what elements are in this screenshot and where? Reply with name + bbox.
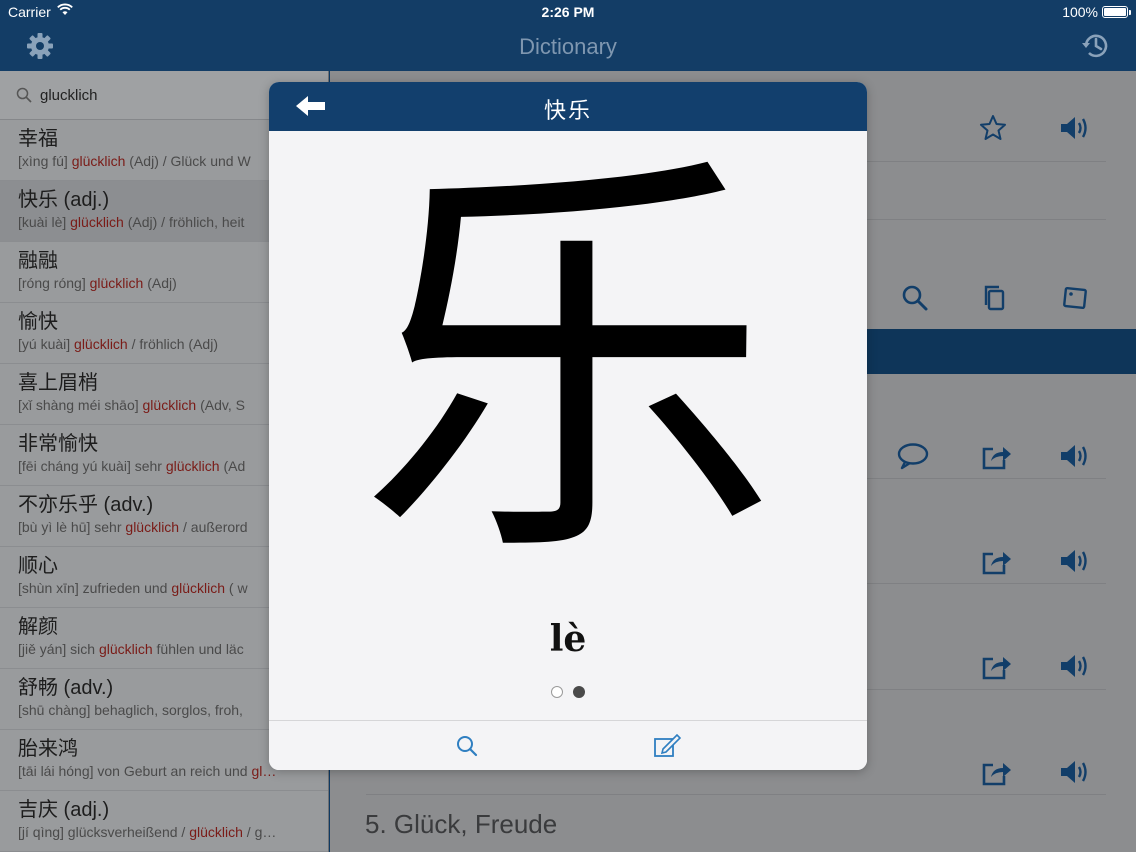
result-rest: / g…: [242, 824, 277, 840]
speaker-icon[interactable]: [1058, 757, 1092, 787]
result-rest: (Adj): [143, 275, 177, 291]
result-headword: 吉庆 (adj.): [18, 799, 110, 821]
result-rest: (Adv, S: [196, 397, 245, 413]
character-glyph: 乐: [358, 121, 778, 610]
result-pinyin: [kuài lè]: [18, 214, 67, 230]
star-icon[interactable]: [978, 113, 1008, 143]
result-pinyin: [jí qìng] glücksverheißend /: [18, 824, 186, 840]
result-definition: [kuài lè] glücklich (Adj) / fröhlich, he…: [18, 213, 308, 231]
result-pinyin: [xìng fú]: [18, 153, 68, 169]
battery-icon: [1102, 6, 1131, 18]
share-icon[interactable]: [980, 441, 1014, 471]
result-definition: [bù yì lè hū] sehr glücklich / außerord: [18, 518, 308, 536]
result-pinyin: [xǐ shàng méi shāo]: [18, 397, 139, 413]
result-definition: [xìng fú] glücklich (Adj) / Glück und W: [18, 152, 308, 170]
page-indicator[interactable]: [269, 685, 867, 703]
share-icon[interactable]: [980, 546, 1014, 576]
result-highlight: glücklich: [89, 275, 144, 291]
flashcard-icon[interactable]: [1060, 283, 1090, 313]
result-highlight: glücklich: [98, 641, 153, 657]
result-highlight: glücklich: [125, 519, 180, 535]
result-highlight: glücklich: [142, 397, 197, 413]
speaker-icon[interactable]: [1058, 546, 1092, 576]
copy-icon[interactable]: [980, 283, 1010, 313]
battery-percent: 100%: [1062, 4, 1098, 20]
edit-icon[interactable]: [653, 733, 682, 758]
result-highlight: glücklich: [165, 458, 220, 474]
speaker-icon[interactable]: [1058, 441, 1092, 471]
divider: [366, 794, 1106, 795]
share-icon[interactable]: [980, 651, 1014, 681]
result-pinyin: [bù yì lè hū] sehr: [18, 519, 122, 535]
result-pinyin: [fēi cháng yú kuài] sehr: [18, 458, 162, 474]
nav-bar: Dictionary: [0, 24, 1136, 71]
result-definition: [xǐ shàng méi shāo] glücklich (Adv, S: [18, 396, 308, 414]
result-definition: [róng róng] glücklich (Adj): [18, 274, 308, 292]
result-rest: / außerord: [179, 519, 248, 535]
result-definition: [tāi lái hóng] von Geburt an reich und g…: [18, 762, 308, 780]
comment-icon[interactable]: [896, 441, 930, 471]
result-rest: (Adj) / Glück und W: [125, 153, 251, 169]
result-definition: [yú kuài] glücklich / fröhlich (Adj): [18, 335, 308, 353]
character-display[interactable]: 乐: [269, 131, 867, 601]
share-icon[interactable]: [980, 757, 1014, 787]
search-icon[interactable]: [455, 734, 479, 758]
result-highlight: glücklich: [74, 336, 128, 352]
history-icon[interactable]: [1080, 30, 1112, 62]
speaker-icon[interactable]: [1058, 113, 1092, 143]
result-definition: [jiě yán] sich glücklich fühlen und läc: [18, 640, 308, 658]
result-highlight: glücklich: [70, 214, 124, 230]
result-definition: [shùn xīn] zufrieden und glücklich ( w: [18, 579, 308, 597]
pinyin-label: lè: [549, 618, 587, 660]
result-pinyin: [yú kuài]: [18, 336, 71, 352]
result-definition: [shū chàng] behaglich, sorglos, froh,: [18, 701, 308, 719]
result-rest: ( w: [225, 580, 248, 596]
character-modal: 快乐 乐 lè: [269, 82, 867, 770]
modal-toolbar: [269, 720, 867, 770]
result-highlight: glücklich: [71, 153, 126, 169]
result-pinyin: [róng róng]: [18, 275, 86, 291]
result-pinyin: [tāi lái hóng] von Geburt an reich und: [18, 763, 248, 779]
status-bar: Carrier 2:26 PM 100%: [0, 0, 1136, 24]
result-definition: [jí qìng] glücksverheißend / glücklich /…: [18, 823, 308, 841]
search-icon: [16, 87, 32, 103]
page-dot[interactable]: [551, 686, 563, 698]
speaker-icon[interactable]: [1058, 651, 1092, 681]
result-pinyin: [jiě yán] sich: [18, 641, 96, 657]
result-rest: (Ad: [219, 458, 246, 474]
result-pinyin: [shū chàng] behaglich, sorglos, froh,: [18, 702, 243, 718]
search-icon[interactable]: [900, 283, 930, 313]
result-rest: / fröhlich (Adj): [127, 336, 218, 352]
page-dot[interactable]: [573, 686, 585, 698]
result-row[interactable]: 吉庆 (adj.) [jí qìng] glücksverheißend / gl…: [0, 791, 328, 852]
meaning-heading: 5. Glück, Freude: [365, 809, 558, 839]
clock: 2:26 PM: [541, 4, 595, 20]
result-pinyin: [shùn xīn] zufrieden und: [18, 580, 168, 596]
result-highlight: glücklich: [171, 580, 226, 596]
result-definition: [fēi cháng yú kuài] sehr glücklich (Ad: [18, 457, 308, 475]
result-highlight: glücklich: [189, 824, 243, 840]
result-rest: fühlen und läc: [152, 641, 244, 657]
result-rest: (Adj) / fröhlich, heit: [123, 214, 245, 230]
nav-title: Dictionary: [519, 34, 617, 59]
